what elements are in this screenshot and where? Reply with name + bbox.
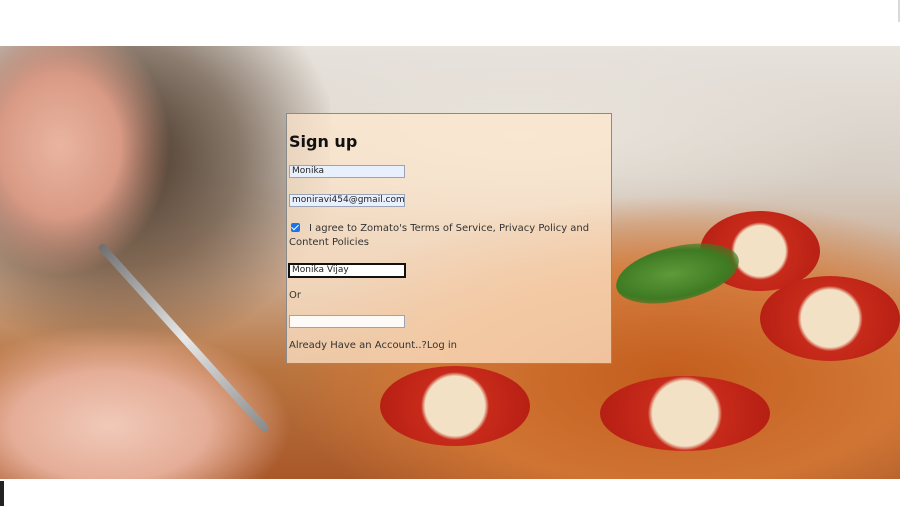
- signup-title: Sign up: [289, 132, 358, 151]
- blank-input[interactable]: [289, 315, 405, 328]
- tomato-slice: [380, 366, 530, 446]
- name-input[interactable]: Monika: [289, 165, 405, 178]
- agree-row: I agree to Zomato's Terms of Service, Pr…: [289, 222, 611, 250]
- tomato-slice: [760, 276, 900, 361]
- page: Sign up Monika moniravi454@gmail.com I a…: [0, 0, 900, 506]
- bottom-marker: [0, 481, 4, 506]
- or-text: Or: [289, 290, 301, 301]
- agree-checkbox[interactable]: [291, 223, 300, 232]
- agree-text: I agree to Zomato's Terms of Service, Pr…: [289, 223, 590, 248]
- login-link[interactable]: Log in: [427, 340, 457, 351]
- fullname-input[interactable]: Monika Vijay: [288, 263, 406, 278]
- login-prompt: Already Have an Account..?: [289, 340, 427, 351]
- basil-leaf: [611, 237, 744, 310]
- top-strip: [0, 0, 900, 46]
- hand-image: [0, 316, 320, 479]
- email-input[interactable]: moniravi454@gmail.com: [289, 194, 405, 207]
- login-line: Already Have an Account..?Log in: [289, 340, 457, 351]
- signup-form: Sign up Monika moniravi454@gmail.com I a…: [286, 113, 612, 364]
- tomato-slice: [600, 376, 770, 451]
- hand-image: [0, 46, 190, 296]
